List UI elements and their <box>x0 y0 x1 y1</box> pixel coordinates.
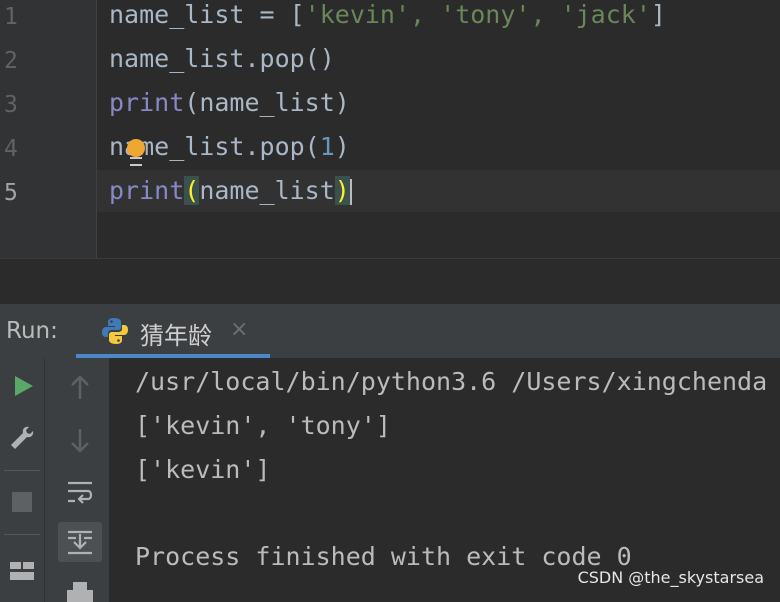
run-icon[interactable] <box>2 366 42 406</box>
close-icon[interactable]: × <box>230 317 248 342</box>
builtin-token: print <box>109 88 185 117</box>
lightbulb-base-icon <box>130 157 142 166</box>
comma-token: , <box>530 0 561 29</box>
lightbulb-icon[interactable] <box>127 139 145 157</box>
toolbar-separator <box>4 470 40 471</box>
code-token: name_list.pop() <box>109 44 335 73</box>
up-arrow-icon[interactable] <box>60 368 100 408</box>
run-tab-title: 猜年龄 <box>140 322 212 350</box>
string-token: 'kevin' <box>304 0 411 29</box>
code-token: (name_list) <box>184 88 350 117</box>
line-number: 4 <box>4 136 18 162</box>
string-token: 'jack' <box>560 0 651 29</box>
line-number: 1 <box>4 4 18 30</box>
run-tab[interactable]: 猜年龄 × <box>76 304 270 358</box>
python-icon <box>102 318 128 344</box>
console-line: ['kevin'] <box>135 455 271 484</box>
code-line-4[interactable]: name_list.pop(1) <box>109 132 350 172</box>
ide-window: 1 2 3 4 5 name_list = ['kevin', 'tony', … <box>0 0 780 602</box>
code-token: ) <box>334 132 350 161</box>
down-arrow-icon[interactable] <box>60 420 100 460</box>
comma-token: , <box>410 0 441 29</box>
line-number-gutter: 1 2 3 4 5 <box>0 0 97 258</box>
stop-icon[interactable] <box>2 482 42 522</box>
console-line: /usr/local/bin/python3.6 /Users/xingchen… <box>135 367 768 396</box>
code-line-5[interactable]: print(name_list) <box>109 176 352 216</box>
code-token: name_list <box>199 176 335 205</box>
wrench-icon[interactable] <box>2 418 42 458</box>
code-line-1[interactable]: name_list = ['kevin', 'tony', 'jack'] <box>109 0 666 40</box>
number-token: 1 <box>319 132 335 161</box>
console-line: Process finished with exit code 0 <box>135 542 632 571</box>
line-number: 2 <box>4 48 18 74</box>
soft-wrap-icon[interactable] <box>60 472 100 512</box>
run-label: Run: <box>6 318 58 344</box>
code-token: ] <box>650 0 666 29</box>
line-number: 3 <box>4 92 18 118</box>
code-editor[interactable]: 1 2 3 4 5 name_list = ['kevin', 'tony', … <box>0 0 780 258</box>
run-panel-header: Run: 猜年龄 × <box>0 304 780 359</box>
editor-panel-splitter[interactable] <box>0 258 780 305</box>
code-line-3[interactable]: print(name_list) <box>109 88 350 128</box>
builtin-token: print <box>109 176 185 205</box>
code-line-2[interactable]: name_list.pop() <box>109 44 335 84</box>
watermark: CSDN @the_skystarsea <box>577 568 764 587</box>
string-token: 'tony' <box>440 0 531 29</box>
matched-paren: ( <box>184 176 200 205</box>
console-output[interactable]: /usr/local/bin/python3.6 /Users/xingchen… <box>110 358 780 602</box>
toolbar-separator <box>4 534 40 535</box>
scroll-to-end-icon[interactable] <box>60 522 100 562</box>
code-token: name_list = [ <box>109 0 305 29</box>
print-icon[interactable] <box>60 574 100 602</box>
run-toolbar <box>0 358 45 602</box>
line-number-current: 5 <box>4 180 18 206</box>
layout-icon[interactable] <box>2 550 42 590</box>
text-caret <box>349 179 352 205</box>
console-line: ['kevin', 'tony'] <box>135 411 391 440</box>
matched-paren: ) <box>334 176 350 205</box>
